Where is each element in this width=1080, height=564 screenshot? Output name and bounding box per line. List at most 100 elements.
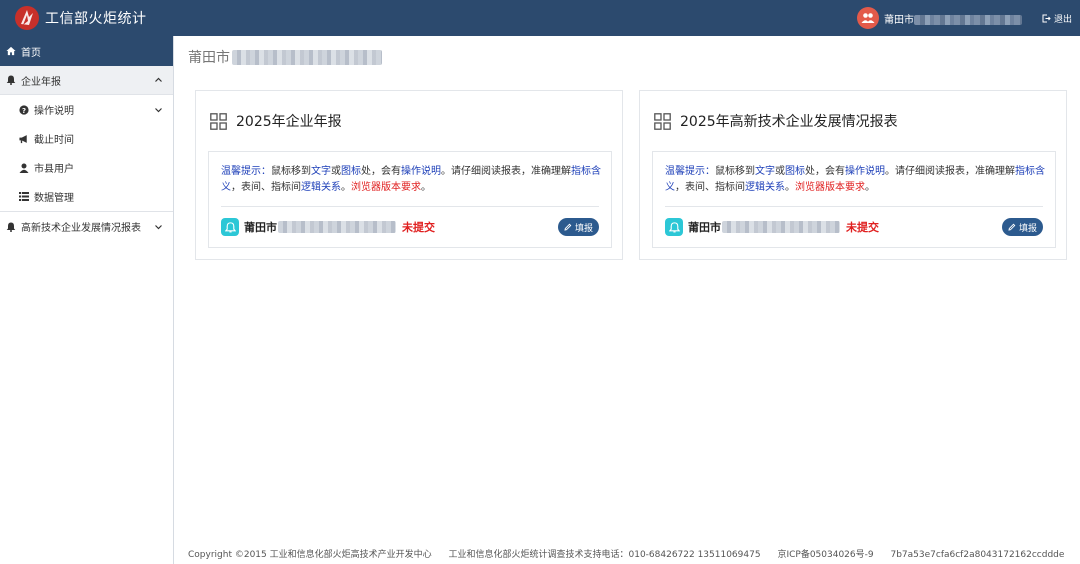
bell-icon: [6, 222, 16, 232]
tip-segment: 。: [785, 182, 795, 193]
main-content: 莆田市 2025年企业年报 温馨提示：鼠标移到文字或图标处，会有操作说明。请仔细…: [175, 36, 1080, 564]
user-icon: [19, 163, 29, 173]
breadcrumb: 莆田市: [188, 47, 382, 67]
card-divider: [221, 206, 599, 207]
sidebar-item-label: 首页: [21, 47, 41, 59]
svg-text:?: ?: [22, 107, 26, 115]
bell-icon: [665, 218, 683, 236]
sidebar-item-annual-report[interactable]: 企业年报: [0, 66, 173, 95]
torch-logo-icon: [14, 5, 40, 31]
user-avatar-icon[interactable]: [856, 7, 879, 29]
app-title: 工信部火炬统计: [45, 11, 147, 27]
bell-icon: [6, 75, 16, 85]
card-title: 2025年企业年报: [236, 114, 342, 130]
tip-segment: 。请仔细阅读报表，准确理解: [441, 166, 571, 177]
status-badge: 未提交: [846, 221, 879, 234]
tip-text: 温馨提示：鼠标移到文字或图标处，会有操作说明。请仔细阅读报表，准确理解指标含义，…: [221, 164, 603, 196]
status-row: 莆田市 未提交 填报: [665, 217, 1043, 237]
top-header: 工信部火炬统计 莆田市 退出: [0, 0, 1080, 36]
logout-icon: [1042, 14, 1051, 22]
sidebar-item-data-management[interactable]: 数据管理: [0, 182, 173, 211]
tip-segment: 或: [775, 166, 785, 177]
org-name: 莆田市: [688, 221, 721, 234]
bell-icon: [221, 218, 239, 236]
user-name[interactable]: 莆田市: [884, 11, 1022, 26]
footer-icp[interactable]: 京ICP备05034026号-9: [777, 550, 873, 560]
tip-segment: 鼠标移到: [715, 166, 755, 177]
status-row: 莆田市 未提交 填报: [221, 217, 599, 237]
breadcrumb-redacted: [232, 49, 382, 65]
home-icon: [6, 46, 16, 56]
list-icon: [19, 192, 29, 202]
grid-icon: [210, 112, 227, 130]
logout-label: 退出: [1053, 14, 1072, 25]
report-card-hightech: 2025年高新技术企业发展情况报表 温馨提示：鼠标移到文字或图标处，会有操作说明…: [639, 90, 1067, 260]
breadcrumb-prefix: 莆田市: [188, 50, 230, 66]
tip-label: 温馨提示: [221, 166, 261, 177]
tip-segment: 。请仔细阅读报表，准确理解: [885, 166, 1015, 177]
card-body: 温馨提示：鼠标移到文字或图标处，会有操作说明。请仔细阅读报表，准确理解指标含义，…: [652, 151, 1056, 248]
org-name: 莆田市: [244, 221, 277, 234]
card-body: 温馨提示：鼠标移到文字或图标处，会有操作说明。请仔细阅读报表，准确理解指标含义，…: [208, 151, 612, 248]
sidebar-item-label: 高新技术企业发展情况报表: [21, 223, 141, 234]
tip-segment: 处，会有: [805, 166, 845, 177]
card-divider: [665, 206, 1043, 207]
chevron-down-icon: [154, 105, 163, 114]
report-card-annual: 2025年企业年报 温馨提示：鼠标移到文字或图标处，会有操作说明。请仔细阅读报表…: [195, 90, 623, 260]
sidebar-item-label: 数据管理: [34, 193, 74, 204]
sidebar-item-label: 市县用户: [34, 164, 74, 175]
card-title: 2025年高新技术企业发展情况报表: [680, 114, 898, 130]
tip-link-text[interactable]: 文字: [755, 166, 775, 177]
user-name-prefix: 莆田市: [883, 14, 914, 26]
tip-segment: 处，会有: [361, 166, 401, 177]
tip-segment: 。: [421, 182, 431, 193]
status-badge: 未提交: [402, 221, 435, 234]
question-circle-icon: ?: [19, 104, 29, 115]
user-name-redacted: [913, 14, 1022, 25]
org-name-redacted: [278, 221, 396, 233]
fill-report-button[interactable]: 填报: [557, 218, 599, 236]
tip-colon: ：: [261, 166, 271, 177]
sidebar-item-label: 企业年报: [21, 76, 61, 88]
edit-icon: [1008, 223, 1016, 231]
tip-segment: ，表间、指标间: [675, 182, 745, 193]
footer-copyright: Copyright ©2015 工业和信息化部火炬高技术产业开发中心: [188, 550, 432, 560]
tip-segment: 鼠标移到: [271, 166, 311, 177]
chevron-down-icon: [154, 222, 163, 231]
sidebar: 首页 企业年报 ? 操作说明 截止时间 市县用户 数据管理 高新技术企业发展情况…: [0, 36, 174, 564]
tip-segment: 或: [331, 166, 341, 177]
tip-text: 温馨提示：鼠标移到文字或图标处，会有操作说明。请仔细阅读报表，准确理解指标含义，…: [665, 164, 1047, 196]
tip-link-logic[interactable]: 逻辑关系: [745, 182, 785, 193]
footer-support: 工业和信息化部火炬统计调查技术支持电话：010-68426722 1351106…: [448, 550, 761, 560]
logout-button[interactable]: 退出: [1042, 12, 1072, 25]
sidebar-item-hightech-report[interactable]: 高新技术企业发展情况报表: [0, 212, 173, 241]
footer: Copyright ©2015 工业和信息化部火炬高技术产业开发中心 工业和信息…: [188, 547, 1078, 560]
fill-report-label: 填报: [1018, 223, 1037, 234]
tip-segment: ，表间、指标间: [231, 182, 301, 193]
grid-icon: [654, 112, 671, 130]
tip-colon: ：: [705, 166, 715, 177]
tip-segment: 。: [341, 182, 351, 193]
tip-link-browser[interactable]: 浏览器版本要求: [795, 182, 865, 193]
tip-link-icon[interactable]: 图标: [785, 166, 805, 177]
sidebar-item-instructions[interactable]: ? 操作说明: [0, 95, 173, 124]
fill-report-button[interactable]: 填报: [1001, 218, 1043, 236]
sidebar-item-label: 截止时间: [34, 135, 74, 146]
tip-link-instructions[interactable]: 操作说明: [401, 166, 441, 177]
tip-link-instructions[interactable]: 操作说明: [845, 166, 885, 177]
sidebar-item-label: 操作说明: [34, 106, 74, 117]
tip-label: 温馨提示: [665, 166, 705, 177]
tip-link-logic[interactable]: 逻辑关系: [301, 182, 341, 193]
tip-link-text[interactable]: 文字: [311, 166, 331, 177]
tip-link-icon[interactable]: 图标: [341, 166, 361, 177]
tip-segment: 。: [865, 182, 875, 193]
sidebar-item-city-users[interactable]: 市县用户: [0, 153, 173, 182]
megaphone-icon: [19, 134, 29, 144]
chevron-up-icon: [154, 76, 163, 85]
sidebar-item-deadline[interactable]: 截止时间: [0, 124, 173, 153]
edit-icon: [564, 223, 572, 231]
fill-report-label: 填报: [574, 223, 593, 234]
org-name-redacted: [722, 221, 840, 233]
sidebar-item-home[interactable]: 首页: [0, 36, 173, 66]
tip-link-browser[interactable]: 浏览器版本要求: [351, 182, 421, 193]
